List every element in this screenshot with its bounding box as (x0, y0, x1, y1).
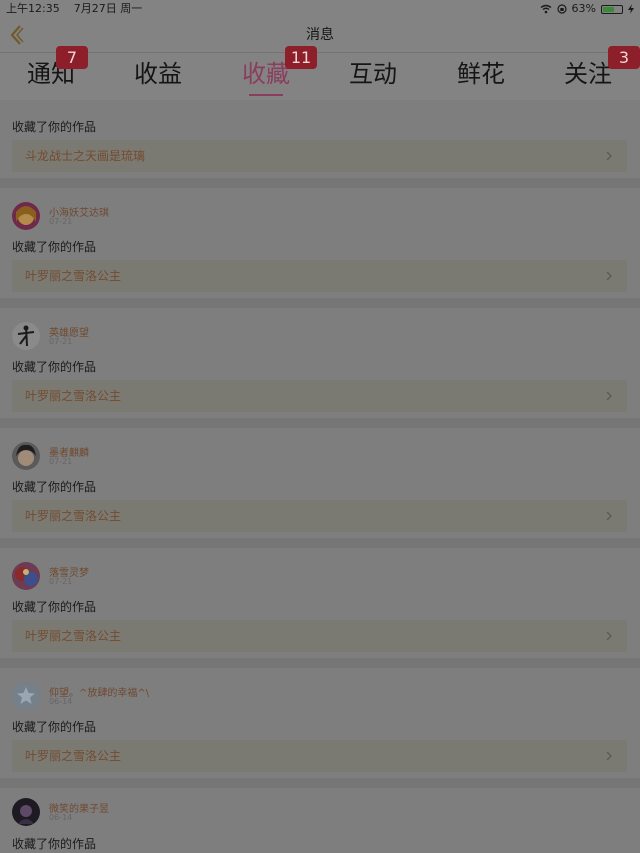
status-date: 7月27日 周一 (73, 2, 143, 15)
avatar (12, 798, 40, 826)
avatar (12, 562, 40, 590)
star-avatar-icon (12, 682, 40, 710)
work-link[interactable]: 叶罗丽之雪洛公主 (12, 620, 627, 652)
charging-icon (628, 4, 634, 14)
chevron-right-icon (606, 631, 612, 641)
list-item: 仰望。^放肆的幸福^\ 06-14 收藏了你的作品 叶罗丽之雪洛公主 (0, 668, 640, 778)
work-link[interactable]: 叶罗丽之雪洛公主 (12, 740, 627, 772)
list-item: 墨者麒麟 07-21 收藏了你的作品 叶罗丽之雪洛公主 (0, 428, 640, 538)
following-badge: 3 (608, 46, 640, 69)
item-date: 06-14 (49, 697, 73, 706)
tab-interactions[interactable]: 互动 (323, 53, 423, 100)
status-time-date: 上午12:35 7月27日 周一 (6, 0, 142, 18)
notification-badge: 7 (56, 46, 88, 69)
favorites-list[interactable]: 收藏了你的作品 斗龙战士之天画是琉璃 小海妖艾达琪 07-21 收藏了你的作品 … (0, 100, 640, 853)
user-avatar-icon (12, 202, 40, 230)
tab-favorites[interactable]: 收藏 11 (216, 46, 317, 100)
page-title: 消息 (306, 27, 334, 43)
work-title: 斗龙战士之天画是琉璃 (25, 149, 146, 163)
work-title: 叶罗丽之雪洛公主 (25, 509, 122, 523)
list-item: 小海妖艾达琪 07-21 收藏了你的作品 叶罗丽之雪洛公主 (0, 188, 640, 298)
chevron-right-icon (606, 751, 612, 761)
work-title: 叶罗丽之雪洛公主 (25, 749, 122, 763)
avatar (12, 322, 40, 350)
tab-earnings[interactable]: 收益 (108, 53, 208, 100)
nav-header: 消息 (0, 18, 640, 53)
action-text: 收藏了你的作品 (12, 600, 97, 614)
divider (0, 658, 640, 668)
work-title: 叶罗丽之雪洛公主 (25, 389, 122, 403)
work-title: 叶罗丽之雪洛公主 (25, 269, 122, 283)
user-avatar-icon (12, 562, 40, 590)
user-avatar-icon (12, 442, 40, 470)
item-date: 07-21 (49, 217, 73, 226)
battery-level (603, 6, 615, 12)
work-link[interactable]: 叶罗丽之雪洛公主 (12, 260, 627, 292)
user-avatar-icon (12, 798, 40, 826)
action-text: 收藏了你的作品 (12, 240, 97, 254)
tab-label: 鲜花 (457, 60, 505, 88)
work-link[interactable]: 叶罗丽之雪洛公主 (12, 380, 627, 412)
work-title: 叶罗丽之雪洛公主 (25, 629, 122, 643)
tab-notifications[interactable]: 通知 7 (1, 46, 101, 100)
favorites-badge: 11 (285, 46, 317, 69)
tab-label: 收益 (134, 60, 182, 88)
status-bar: 上午12:35 7月27日 周一 63% (0, 0, 640, 18)
list-item: 收藏了你的作品 斗龙战士之天画是琉璃 (0, 100, 640, 178)
battery-percent: 63% (571, 2, 596, 15)
divider (0, 298, 640, 308)
divider (0, 538, 640, 548)
divider (0, 178, 640, 188)
action-text: 收藏了你的作品 (12, 360, 97, 374)
status-time: 上午12:35 (6, 2, 60, 15)
chevron-right-icon (606, 271, 612, 281)
user-avatar-icon (12, 322, 40, 350)
list-item: 英雄愿望 07-21 收藏了你的作品 叶罗丽之雪洛公主 (0, 308, 640, 418)
status-indicators: 63% (540, 0, 634, 18)
battery-icon (601, 4, 623, 14)
action-text: 收藏了你的作品 (12, 120, 97, 134)
item-date: 07-21 (49, 337, 73, 346)
chevron-right-icon (606, 151, 612, 161)
action-text: 收藏了你的作品 (12, 837, 97, 851)
item-date: 07-21 (49, 457, 73, 466)
divider (0, 778, 640, 788)
list-item: 落雪灵梦 07-21 收藏了你的作品 叶罗丽之雪洛公主 (0, 548, 640, 658)
divider (0, 418, 640, 428)
tab-following[interactable]: 关注 3 (538, 46, 640, 100)
rotation-lock-icon (556, 4, 567, 14)
chevron-right-icon (606, 391, 612, 401)
list-item: 微笑的果子昱 06-14 收藏了你的作品 (0, 788, 640, 853)
avatar (12, 682, 40, 710)
avatar (12, 442, 40, 470)
work-link[interactable]: 斗龙战士之天画是琉璃 (12, 140, 627, 172)
chevron-right-icon (606, 511, 612, 521)
item-date: 06-14 (49, 813, 73, 822)
active-tab-indicator (249, 94, 283, 96)
wifi-icon (540, 4, 551, 14)
tab-label: 互动 (349, 60, 397, 88)
work-link[interactable]: 叶罗丽之雪洛公主 (12, 500, 627, 532)
tab-bar: 通知 7 收益 收藏 11 互动 鲜花 关注 3 (0, 46, 640, 100)
action-text: 收藏了你的作品 (12, 480, 97, 494)
avatar (12, 202, 40, 230)
item-date: 07-21 (49, 577, 73, 586)
tab-flowers[interactable]: 鲜花 (431, 53, 531, 100)
action-text: 收藏了你的作品 (12, 720, 97, 734)
